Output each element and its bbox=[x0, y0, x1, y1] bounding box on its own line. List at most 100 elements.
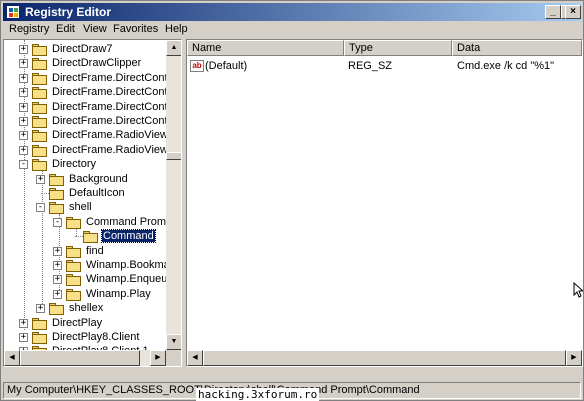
folder-icon bbox=[32, 317, 48, 330]
expand-node-icon[interactable]: + bbox=[19, 73, 28, 83]
folder-icon bbox=[49, 202, 65, 215]
tree-node-label: DirectFrame.DirectControl bbox=[52, 100, 180, 113]
tree-node-label: DefaultIcon bbox=[69, 187, 125, 199]
scroll-thumb[interactable] bbox=[20, 350, 140, 366]
folder-icon bbox=[32, 101, 48, 114]
folder-icon bbox=[32, 332, 48, 344]
tree-node-label: Command bbox=[101, 229, 156, 244]
registry-editor-app-icon[interactable] bbox=[6, 5, 20, 19]
collapse-node-icon[interactable]: - bbox=[53, 217, 62, 227]
folder-icon bbox=[66, 216, 82, 229]
tree-node-label: shell bbox=[69, 201, 92, 214]
value-name: (Default) bbox=[205, 60, 248, 72]
folder-icon bbox=[32, 130, 48, 143]
menu-favorites[interactable]: Favorites bbox=[113, 23, 158, 35]
folder-icon bbox=[32, 144, 48, 157]
collapse-node-icon[interactable]: - bbox=[36, 203, 45, 213]
window-title: Registry Editor bbox=[25, 5, 112, 19]
expand-node-icon[interactable]: + bbox=[36, 304, 45, 314]
scroll-right-button[interactable]: ▶ bbox=[566, 350, 582, 366]
tree-node-label: DirectFrame.DirectContain bbox=[52, 86, 182, 99]
expand-node-icon[interactable]: + bbox=[19, 333, 28, 342]
scroll-corner bbox=[166, 350, 181, 366]
tree-guide-line bbox=[24, 40, 25, 330]
menu-bar: Registry Edit View Favorites Help bbox=[3, 22, 581, 38]
tree-guide-line bbox=[42, 170, 43, 310]
tree-node-label: DirectPlay8.Client bbox=[52, 331, 140, 343]
menu-registry[interactable]: Registry bbox=[9, 23, 49, 35]
tree-node-label: shellex bbox=[69, 302, 104, 315]
string-value-icon: ab bbox=[190, 60, 204, 72]
tree-vertical-scrollbar[interactable]: ▲ ▼ bbox=[166, 40, 181, 350]
expand-node-icon[interactable]: + bbox=[53, 275, 62, 285]
menu-view[interactable]: View bbox=[83, 23, 107, 35]
title-bar[interactable]: Registry Editor _ □ bbox=[3, 3, 581, 21]
menu-help[interactable]: Help bbox=[165, 23, 188, 35]
folder-icon bbox=[49, 188, 65, 200]
scroll-thumb[interactable] bbox=[203, 350, 566, 366]
scroll-left-button[interactable]: ◀ bbox=[187, 350, 203, 366]
scroll-right-button[interactable]: ▶ bbox=[150, 350, 166, 366]
tree-node-label: Command Prompt bbox=[86, 215, 176, 228]
tree-node-label: Winamp.Enqueue bbox=[86, 273, 174, 286]
folder-icon bbox=[66, 260, 82, 272]
watermark-text: hacking.3xforum.ro bbox=[196, 388, 320, 401]
tree-node-label: Background bbox=[69, 172, 128, 185]
tree-node-label: DirectPlay bbox=[52, 316, 103, 329]
expand-node-icon[interactable]: + bbox=[53, 261, 62, 270]
scroll-up-button[interactable]: ▲ bbox=[166, 40, 181, 56]
tree-node-label: find bbox=[86, 244, 104, 257]
tree-node-label: Winamp.Play bbox=[86, 287, 151, 300]
open-folder-icon bbox=[83, 231, 99, 244]
expand-node-icon[interactable]: + bbox=[36, 174, 45, 184]
scroll-down-button[interactable]: ▼ bbox=[166, 334, 181, 350]
folder-icon bbox=[66, 245, 82, 258]
expand-node-icon[interactable]: + bbox=[19, 131, 28, 141]
expand-node-icon[interactable]: + bbox=[53, 246, 62, 256]
menu-edit[interactable]: Edit bbox=[56, 23, 75, 35]
folder-icon bbox=[32, 116, 48, 128]
tree-guide-line bbox=[76, 228, 77, 236]
expand-node-icon[interactable]: + bbox=[19, 145, 28, 155]
column-header-data[interactable]: Data bbox=[452, 40, 582, 56]
expand-node-icon[interactable]: + bbox=[19, 88, 28, 98]
minimize-button[interactable]: _ bbox=[545, 5, 561, 19]
expand-node-icon[interactable]: + bbox=[19, 117, 28, 126]
tree-node-label: DirectDraw7 bbox=[52, 43, 113, 55]
tree-node-label: Directory bbox=[52, 158, 97, 171]
value-type: REG_SZ bbox=[348, 60, 393, 72]
folder-icon bbox=[49, 303, 65, 316]
expand-node-icon[interactable]: + bbox=[19, 59, 28, 69]
close-button[interactable]: × bbox=[565, 5, 581, 19]
collapse-node-icon[interactable]: - bbox=[19, 160, 28, 170]
folder-icon bbox=[49, 173, 65, 186]
registry-editor-window: Registry Editor _ □ × Registry Edit View… bbox=[0, 0, 584, 401]
folder-icon bbox=[66, 274, 82, 287]
scroll-thumb[interactable] bbox=[166, 152, 181, 160]
folder-icon bbox=[32, 44, 48, 56]
tree-node-label: DirectFrame.DirectControl. bbox=[52, 115, 182, 127]
tree-node-label: DirectFrame.RadioView bbox=[52, 129, 168, 142]
tree-node-label: DirectFrame.RadioView.1 bbox=[52, 143, 177, 156]
value-row[interactable]: ab (Default) REG_SZ Cmd.exe /k cd "%1" bbox=[187, 58, 582, 75]
value-data: Cmd.exe /k cd "%1" bbox=[457, 60, 555, 72]
key-tree-pane[interactable]: + DirectDraw7 + DirectDrawClipper + DirectFra… bbox=[3, 39, 182, 367]
values-list-pane[interactable]: Name Type Data ab (Default) REG_SZ Cmd.e… bbox=[186, 39, 583, 367]
folder-icon bbox=[66, 288, 82, 301]
list-horizontal-scrollbar[interactable]: ◀ ▶ bbox=[187, 350, 582, 366]
column-header-name[interactable]: Name bbox=[187, 40, 344, 56]
mouse-cursor-icon bbox=[573, 282, 583, 298]
tree-horizontal-scrollbar[interactable]: ◀ ▶ bbox=[4, 350, 166, 366]
folder-icon bbox=[32, 159, 48, 172]
expand-node-icon[interactable]: + bbox=[53, 289, 62, 299]
tree-node-label: DirectDrawClipper bbox=[52, 57, 142, 70]
column-header-type[interactable]: Type bbox=[344, 40, 452, 56]
expand-node-icon[interactable]: + bbox=[19, 45, 28, 54]
folder-icon bbox=[32, 58, 48, 71]
folder-icon bbox=[32, 72, 48, 85]
scroll-left-button[interactable]: ◀ bbox=[4, 350, 20, 366]
tree-node-label: DirectFrame.DirectContain bbox=[52, 71, 182, 84]
folder-icon bbox=[32, 87, 48, 100]
expand-node-icon[interactable]: + bbox=[19, 318, 28, 328]
expand-node-icon[interactable]: + bbox=[19, 102, 28, 112]
